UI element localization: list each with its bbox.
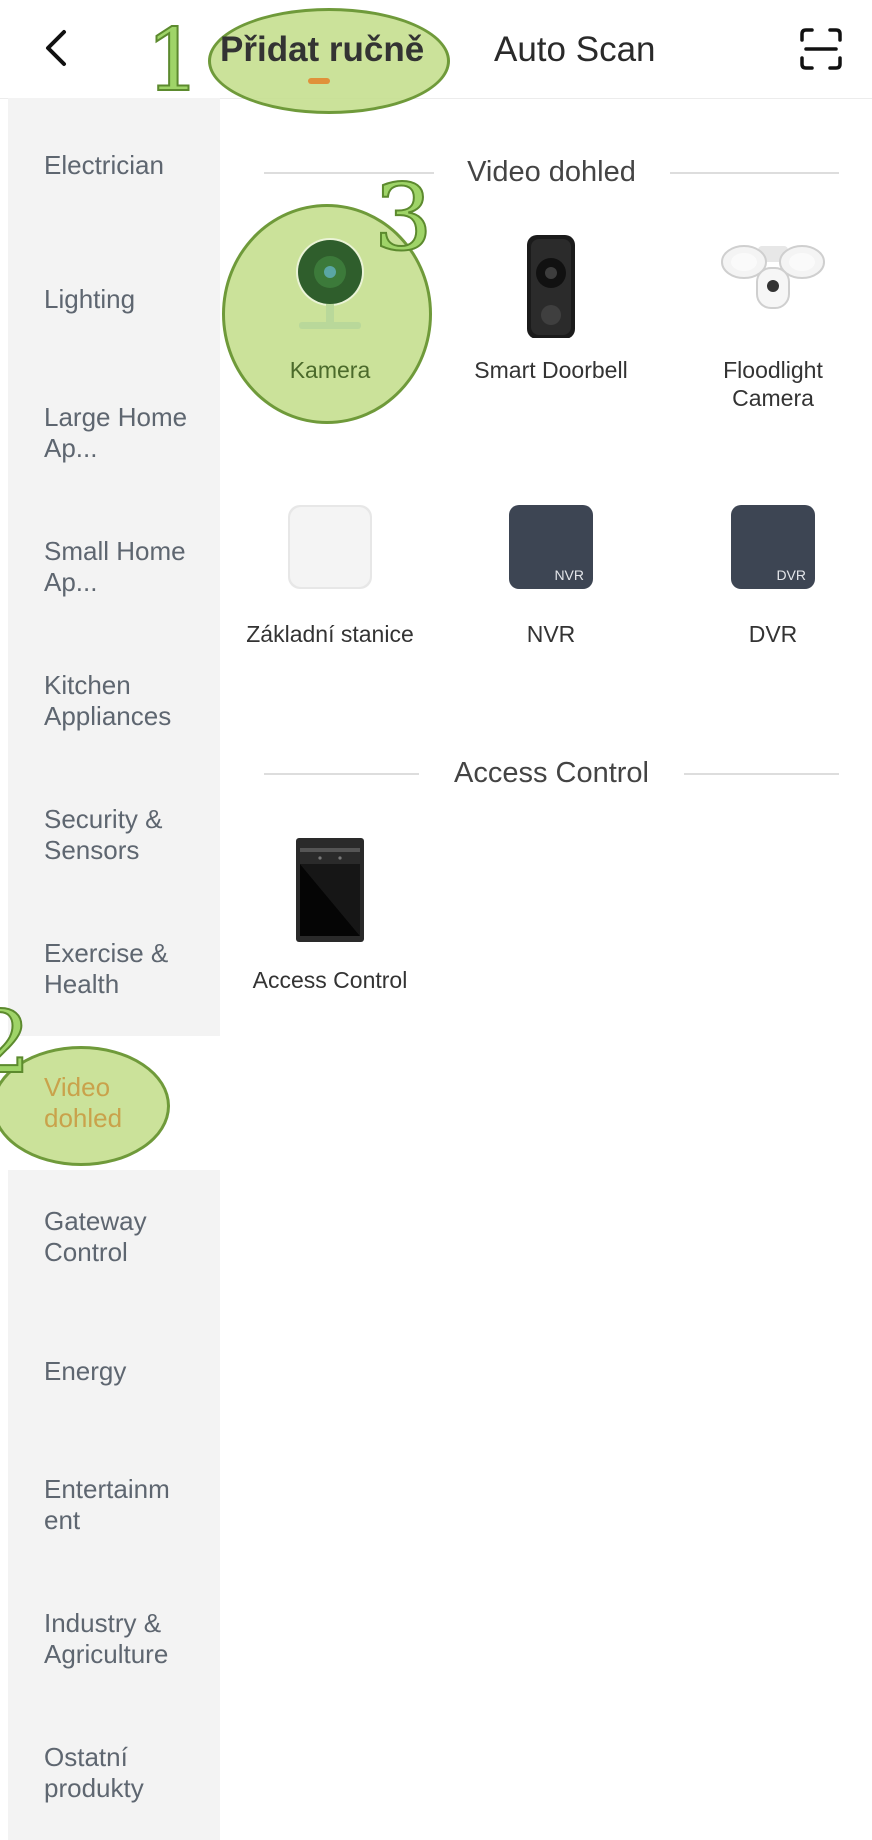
access-control-icon <box>275 838 385 948</box>
active-tab-indicator <box>308 78 330 84</box>
sidebar-item-electrician[interactable]: Electrician <box>8 98 220 232</box>
camera-icon <box>275 228 385 338</box>
sidebar-item-label: Security & Sensors <box>44 804 163 865</box>
sidebar-item-large-home-appliances[interactable]: Large Home Ap... <box>8 366 220 500</box>
section-header-access-control: Access Control <box>264 753 839 793</box>
section-title: Video dohled <box>449 156 654 188</box>
sidebar-item-lighting[interactable]: Lighting <box>8 232 220 366</box>
device-label: Access Control <box>252 967 408 993</box>
dvr-icon: DVR <box>718 492 828 602</box>
sidebar-item-label: Exercise & Health <box>44 938 169 999</box>
floodlight-camera-icon <box>718 228 828 338</box>
section-title: Access Control <box>435 757 667 789</box>
sidebar-item-label: Small Home Ap... <box>44 536 186 597</box>
device-access-control[interactable]: Access Control <box>240 838 420 994</box>
nvr-badge: NVR <box>554 567 584 583</box>
base-station-icon <box>275 492 385 602</box>
sidebar-item-label: Entertainm ent <box>44 1474 170 1535</box>
annotation-number-1: 1 <box>145 11 202 111</box>
sidebar-item-label: Ostatní produkty <box>44 1742 144 1803</box>
qr-scan-icon[interactable] <box>800 28 842 70</box>
sidebar-item-label: Industry & Agriculture <box>44 1608 169 1669</box>
sidebar-item-energy[interactable]: Energy <box>8 1304 220 1438</box>
device-dvr[interactable]: DVR DVR <box>683 492 863 648</box>
sidebar-item-label: Energy <box>44 1355 127 1386</box>
device-label: Smart Doorbell <box>474 357 628 383</box>
section-header-video-surveillance: Video dohled <box>264 152 839 192</box>
device-nvr[interactable]: NVR NVR <box>461 492 641 648</box>
sidebar-item-exercise-health[interactable]: Exercise & Health <box>8 902 220 1036</box>
sidebar-item-label: Lighting <box>44 283 136 314</box>
sidebar-item-label: Kitchen Appliances <box>44 670 172 731</box>
category-sidebar[interactable]: Electrician Lighting Large Home Ap... Sm… <box>8 98 220 1840</box>
tab-auto-scan[interactable]: Auto Scan <box>494 26 656 74</box>
annotation-number-3: 3 <box>373 164 434 271</box>
sidebar-item-industry-agriculture[interactable]: Industry & Agriculture <box>8 1572 220 1706</box>
device-floodlight-camera[interactable]: Floodlight Camera <box>683 228 863 412</box>
sidebar-item-entertainment[interactable]: Entertainm ent <box>8 1438 220 1572</box>
device-label: DVR <box>748 621 798 647</box>
device-label: Floodlight Camera <box>723 357 823 411</box>
annotation-number-2: 2 <box>0 993 32 1093</box>
sidebar-item-security-sensors[interactable]: Security & Sensors <box>8 768 220 902</box>
device-base-station[interactable]: Základní stanice <box>240 492 420 648</box>
dvr-badge: DVR <box>776 567 806 583</box>
device-label: Kamera <box>289 357 371 383</box>
sidebar-item-label: Large Home Ap... <box>44 402 188 463</box>
tab-manual-add[interactable]: Přidat ručně <box>220 26 424 74</box>
sidebar-item-label: Electrician <box>44 149 164 180</box>
sidebar-item-small-home-appliances[interactable]: Small Home Ap... <box>8 500 220 634</box>
device-smart-doorbell[interactable]: Smart Doorbell <box>461 228 641 384</box>
sidebar-item-kitchen-appliances[interactable]: Kitchen Appliances <box>8 634 220 768</box>
sidebar-item-other-products[interactable]: Ostatní produkty <box>8 1706 220 1840</box>
doorbell-icon <box>496 228 606 339</box>
top-bar: 1 Přidat ručně Auto Scan <box>0 0 872 114</box>
nvr-icon: NVR <box>496 492 606 602</box>
sidebar-item-gateway-control[interactable]: Gateway Control <box>8 1170 220 1304</box>
device-label: Základní stanice <box>246 621 414 647</box>
device-label: NVR <box>526 621 576 647</box>
sidebar-item-label: Video dohled <box>44 1072 123 1133</box>
sidebar-item-label: Gateway Control <box>44 1206 147 1267</box>
chevron-left-icon[interactable] <box>36 24 78 72</box>
